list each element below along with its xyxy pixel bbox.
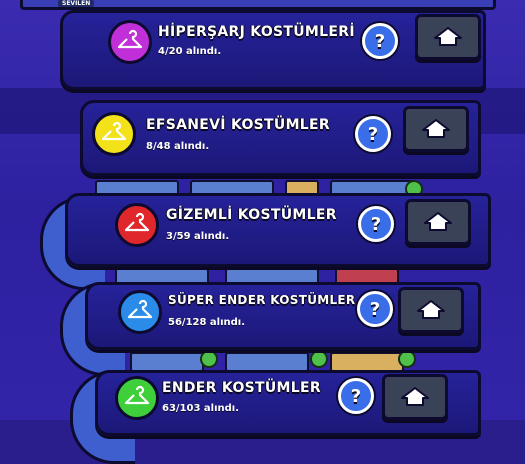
category-count: 63/103 alındı. (162, 403, 240, 414)
home-icon (424, 212, 452, 231)
question-icon[interactable]: ? (362, 23, 398, 59)
hanger-icon (115, 376, 159, 420)
hanger-icon (115, 203, 159, 247)
category-count: 3/59 alındı. (166, 231, 230, 242)
question-icon[interactable]: ? (357, 291, 393, 327)
skin-tile[interactable] (130, 352, 204, 372)
home-button[interactable] (382, 374, 448, 420)
category-count: 4/20 alındı. (158, 46, 222, 57)
skin-tile[interactable] (225, 352, 309, 372)
category-title: GİZEMLİ KOSTÜMLER (166, 207, 337, 223)
check-icon (310, 350, 328, 368)
home-icon (401, 387, 429, 406)
home-button[interactable] (405, 199, 471, 245)
category-count: 8/48 alındı. (146, 141, 210, 152)
hanger-icon (118, 290, 162, 334)
home-icon (434, 27, 462, 46)
check-icon (200, 350, 218, 368)
question-icon[interactable]: ? (338, 378, 374, 414)
question-icon[interactable]: ? (355, 116, 391, 152)
hanger-icon (92, 112, 136, 156)
skin-tile[interactable] (330, 352, 404, 372)
category-title: EFSANEVİ KOSTÜMLER (146, 117, 330, 133)
top-label: SEVILEN (58, 0, 95, 7)
home-button[interactable] (415, 14, 481, 60)
home-icon (422, 119, 450, 138)
hanger-icon (108, 20, 152, 64)
question-icon[interactable]: ? (358, 206, 394, 242)
category-title: SÜPER ENDER KOSTÜMLER (168, 293, 356, 307)
category-title: HİPERŞARJ KOSTÜMLERİ (158, 24, 355, 40)
home-icon (417, 300, 445, 319)
home-button[interactable] (398, 287, 464, 333)
category-title: ENDER KOSTÜMLER (162, 380, 321, 396)
check-icon (398, 350, 416, 368)
category-count: 56/128 alındı. (168, 317, 246, 328)
home-button[interactable] (403, 106, 469, 152)
